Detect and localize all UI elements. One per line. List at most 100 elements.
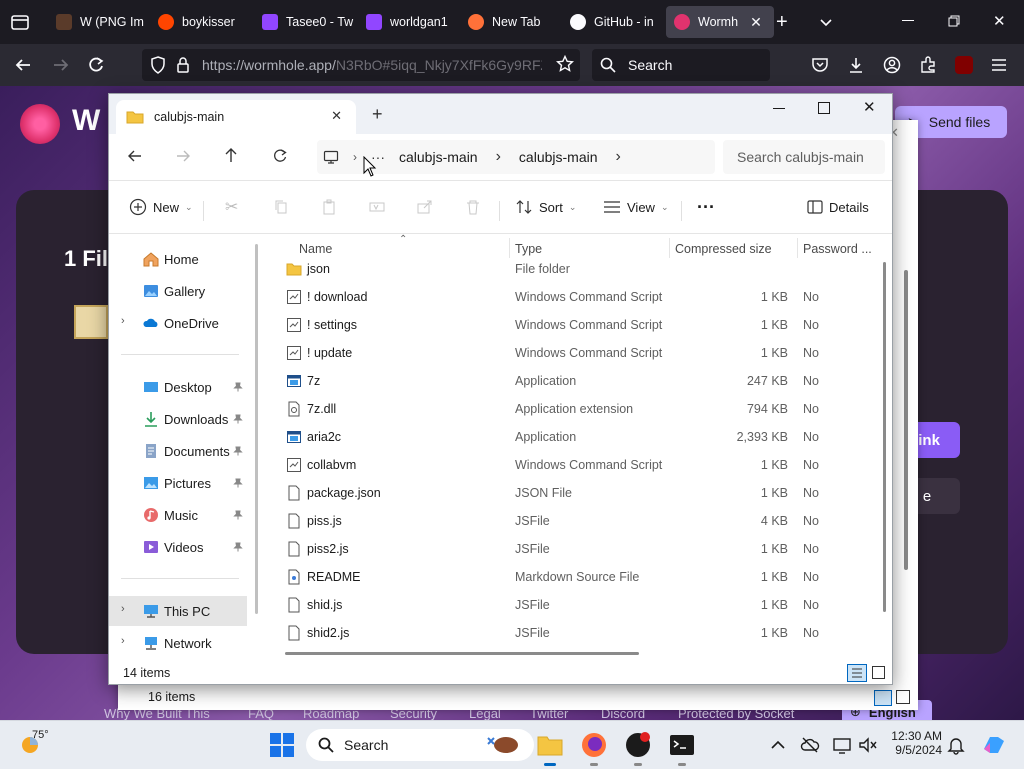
vertical-scrollbar[interactable] xyxy=(883,262,886,612)
table-row[interactable]: README Markdown Source File 1 KB No xyxy=(269,563,869,591)
chevron-right-icon[interactable]: › xyxy=(616,148,621,166)
new-button[interactable]: New ⌄ xyxy=(129,193,193,221)
nav-item-home[interactable]: Home xyxy=(109,244,247,274)
share-icon[interactable] xyxy=(417,193,433,221)
file-explorer-taskbar-icon[interactable] xyxy=(536,731,564,766)
rename-icon[interactable] xyxy=(369,193,385,221)
minimize-icon[interactable] xyxy=(773,108,785,109)
forward-icon[interactable] xyxy=(175,148,191,164)
forward-icon[interactable] xyxy=(52,56,70,74)
browser-tab-2[interactable]: boykisser xyxy=(152,6,258,38)
scrollbar[interactable] xyxy=(904,270,908,570)
pin-icon[interactable] xyxy=(233,446,243,456)
browser-tab-4[interactable]: worldgan1 xyxy=(360,6,458,38)
table-row[interactable]: ! update Windows Command Script 1 KB No xyxy=(269,339,869,367)
up-arrow-icon[interactable] xyxy=(223,147,239,163)
chevron-right-icon[interactable]: › xyxy=(121,603,125,615)
new-tab-icon[interactable]: + xyxy=(776,12,788,32)
paste-icon[interactable] xyxy=(321,193,337,221)
close-tab-icon[interactable]: ✕ xyxy=(331,108,342,124)
browser-search-bar[interactable]: Search xyxy=(592,49,770,81)
restore-icon[interactable] xyxy=(948,15,960,27)
bookmark-star-icon[interactable] xyxy=(556,55,574,73)
chevron-right-icon[interactable]: › xyxy=(121,315,125,327)
pin-icon[interactable] xyxy=(233,414,243,424)
extensions-icon[interactable] xyxy=(919,56,937,74)
copilot-icon[interactable] xyxy=(980,731,1008,759)
horizontal-scrollbar[interactable] xyxy=(285,652,639,655)
nav-item-network[interactable]: › Network xyxy=(109,628,247,658)
menu-icon[interactable] xyxy=(991,57,1007,73)
browser-tab-6[interactable]: GitHub - in xyxy=(564,6,662,38)
breadcrumb-item[interactable]: calubjs-main xyxy=(399,149,478,165)
pin-icon[interactable] xyxy=(233,478,243,488)
clock[interactable]: 12:30 AM 9/5/2024 xyxy=(886,729,942,757)
table-row[interactable]: piss.js JSFile 4 KB No xyxy=(269,507,869,535)
window-title-bar[interactable]: calubjs-main ✕ + ✕ xyxy=(109,94,892,134)
new-tab-icon[interactable]: + xyxy=(372,104,383,125)
tiles-view-icon[interactable] xyxy=(872,666,885,679)
this-pc-icon[interactable] xyxy=(323,149,339,165)
pocket-icon[interactable] xyxy=(811,56,829,74)
shield-icon[interactable] xyxy=(150,56,166,74)
more-options-button[interactable]: ··· xyxy=(697,193,715,221)
nav-item-gallery[interactable]: Gallery xyxy=(109,276,247,306)
nav-item-music[interactable]: Music xyxy=(109,500,247,530)
minimize-icon[interactable] xyxy=(902,20,914,21)
url-bar[interactable]: https://wormhole.app/N3RbO#5iqq_Nkjy7XfF… xyxy=(142,49,580,81)
app-taskbar-icon[interactable] xyxy=(624,731,652,766)
table-row[interactable]: 7z.dll Application extension 794 KB No xyxy=(269,395,869,423)
table-row[interactable]: ! download Windows Command Script 1 KB N… xyxy=(269,283,869,311)
view-button[interactable]: View ⌄ xyxy=(603,193,669,221)
network-status-icon[interactable] xyxy=(832,735,852,755)
sort-button[interactable]: Sort ⌄ xyxy=(515,193,576,221)
column-header-compressed-size[interactable]: Compressed size xyxy=(675,242,772,256)
nav-item-videos[interactable]: Videos xyxy=(109,532,247,562)
pin-icon[interactable] xyxy=(233,382,243,392)
maximize-icon[interactable] xyxy=(818,102,830,114)
tab-overview-icon[interactable] xyxy=(10,12,30,32)
close-tab-icon[interactable]: ✕ xyxy=(750,14,762,31)
browser-tab-1[interactable]: W (PNG Im xyxy=(50,6,148,38)
taskbar-search[interactable]: Search xyxy=(306,729,534,761)
nav-item-pictures[interactable]: Pictures xyxy=(109,468,247,498)
chevron-down-icon[interactable] xyxy=(818,14,834,30)
browser-tab-3[interactable]: Tasee0 - Tw xyxy=(256,6,354,38)
lock-icon[interactable] xyxy=(176,57,190,73)
nav-item-downloads[interactable]: Downloads xyxy=(109,404,247,434)
browser-tab-active[interactable]: Wormh ✕ xyxy=(666,6,774,38)
cloud-off-icon[interactable] xyxy=(800,735,820,755)
explorer-tab[interactable]: calubjs-main ✕ xyxy=(116,100,356,134)
details-view-icon[interactable] xyxy=(847,664,867,682)
table-row[interactable]: piss2.js JSFile 1 KB No xyxy=(269,535,869,563)
table-row[interactable]: shid.js JSFile 1 KB No xyxy=(269,591,869,619)
details-pane-button[interactable]: Details xyxy=(807,193,869,221)
close-icon[interactable]: ✕ xyxy=(993,12,1006,30)
close-icon[interactable]: ✕ xyxy=(863,98,876,116)
pin-icon[interactable] xyxy=(233,542,243,552)
refresh-icon[interactable] xyxy=(272,148,288,164)
account-icon[interactable] xyxy=(883,56,901,74)
table-row[interactable]: 7z Application 247 KB No xyxy=(269,367,869,395)
start-icon[interactable] xyxy=(268,731,296,759)
column-header-password[interactable]: Password ... xyxy=(803,242,872,256)
pin-icon[interactable] xyxy=(233,510,243,520)
search-input[interactable]: Search calubjs-main xyxy=(723,140,885,174)
table-row[interactable]: shid2.js JSFile 1 KB No xyxy=(269,619,869,647)
download-icon[interactable] xyxy=(847,56,865,74)
tiles-view-icon[interactable] xyxy=(896,690,910,704)
back-icon[interactable] xyxy=(14,56,32,74)
table-row[interactable]: json File folder xyxy=(269,255,869,283)
table-row[interactable]: package.json JSON File 1 KB No xyxy=(269,479,869,507)
chevron-up-icon[interactable] xyxy=(768,735,788,755)
nav-item-documents[interactable]: Documents xyxy=(109,436,247,466)
copy-icon[interactable] xyxy=(273,193,289,221)
breadcrumb-item[interactable]: calubjs-main xyxy=(519,149,598,165)
nav-item-desktop[interactable]: Desktop xyxy=(109,372,247,402)
terminal-taskbar-icon[interactable] xyxy=(668,731,696,766)
cut-icon[interactable]: ✂ xyxy=(225,193,238,221)
volume-muted-icon[interactable] xyxy=(858,735,878,755)
nav-item-onedrive[interactable]: › OneDrive xyxy=(109,308,247,338)
ublock-icon[interactable] xyxy=(955,56,973,74)
chevron-right-icon[interactable]: › xyxy=(496,148,501,166)
